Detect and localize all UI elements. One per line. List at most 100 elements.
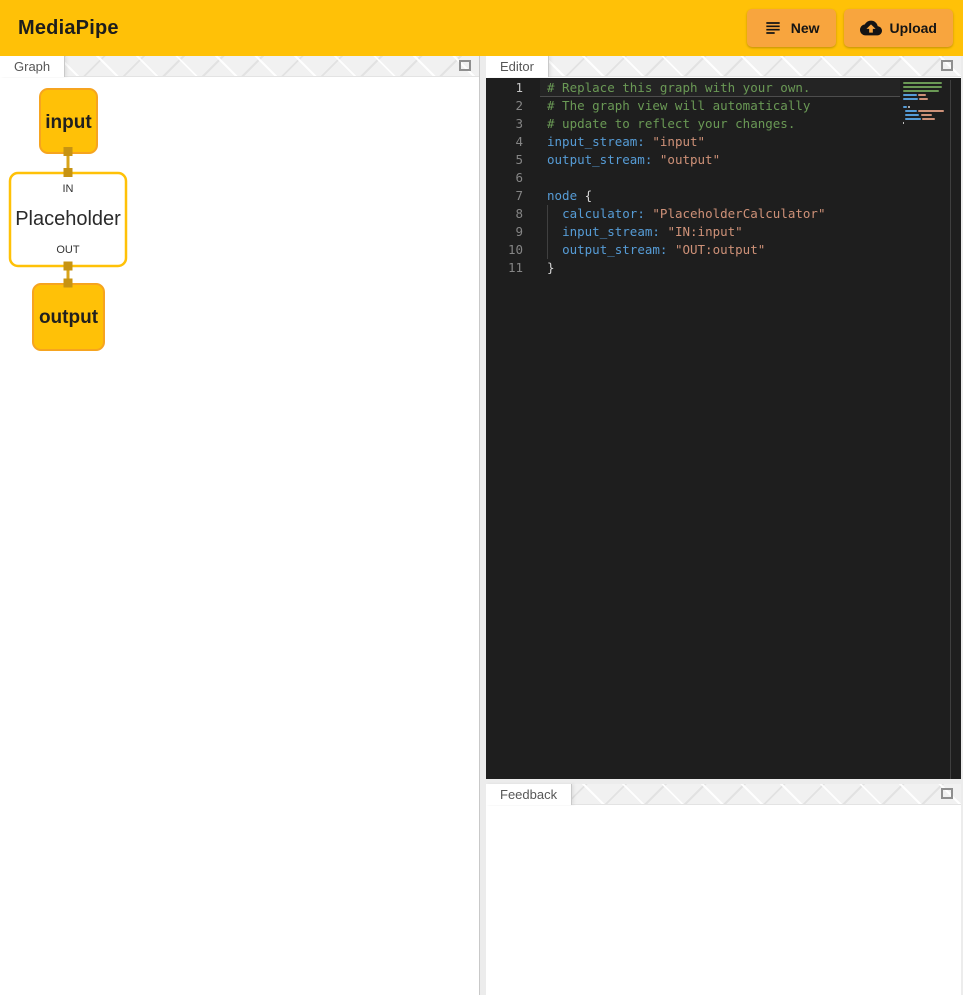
- minimap-line: [903, 82, 948, 84]
- code-token: calculator:: [562, 206, 645, 221]
- app-title: MediaPipe: [18, 17, 119, 40]
- code-line[interactable]: 5output_stream: "output": [486, 151, 900, 169]
- code-line[interactable]: 10 output_stream: "OUT:output": [486, 241, 900, 259]
- minimap-line: [903, 118, 948, 120]
- in-port-label: IN: [63, 183, 74, 195]
- tab-graph[interactable]: Graph: [0, 56, 65, 77]
- code-token: # Replace this graph with your own.: [547, 80, 810, 95]
- port-square: [64, 147, 73, 156]
- line-number: 4: [486, 133, 540, 151]
- line-number: 9: [486, 223, 540, 241]
- minimap-line: [903, 86, 948, 88]
- code-token: "PlaceholderCalculator": [652, 206, 825, 221]
- code-line[interactable]: 11}: [486, 259, 900, 277]
- code-token: input_stream:: [562, 224, 660, 239]
- upload-button-label: Upload: [890, 20, 937, 36]
- minimap-line: [903, 102, 948, 104]
- minimap-line: [903, 90, 948, 92]
- code-text: calculator: "PlaceholderCalculator": [540, 205, 900, 223]
- editor-minimap[interactable]: [901, 80, 951, 779]
- code-token: "OUT:output": [675, 242, 765, 257]
- port-square: [64, 279, 73, 288]
- minimap-token: [903, 122, 904, 124]
- minimap-token: [903, 82, 942, 84]
- workspace: Graph input IN Placeholder: [0, 56, 963, 995]
- minimap-line: [903, 94, 948, 96]
- minimap-token: [919, 98, 928, 100]
- maximize-icon[interactable]: [941, 788, 953, 799]
- code-line[interactable]: 3# update to reflect your changes.: [486, 115, 900, 133]
- line-number: 7: [486, 187, 540, 205]
- code-text: input_stream: "IN:input": [540, 223, 900, 241]
- code-line[interactable]: 8 calculator: "PlaceholderCalculator": [486, 205, 900, 223]
- tab-editor-label: Editor: [500, 59, 534, 74]
- code-text: # update to reflect your changes.: [540, 115, 900, 133]
- code-token: }: [547, 260, 555, 275]
- editor-lines: 1 # Replace this graph with your own. 2 # T…: [486, 79, 900, 277]
- minimap-token: [921, 114, 932, 116]
- line-number: 8: [486, 205, 540, 223]
- tab-feedback-label: Feedback: [500, 787, 557, 802]
- graph-canvas[interactable]: input IN Placeholder OUT output: [0, 78, 479, 995]
- code-token: [577, 188, 585, 203]
- minimap-line: [903, 114, 948, 116]
- minimap-line: [903, 106, 948, 108]
- maximize-icon[interactable]: [459, 60, 471, 71]
- maximize-icon[interactable]: [941, 60, 953, 71]
- code-token: # update to reflect your changes.: [547, 116, 795, 131]
- code-token: output_stream:: [547, 152, 652, 167]
- port-square: [64, 168, 73, 177]
- minimap-line: [903, 98, 948, 100]
- code-token: # The graph view will automatically: [547, 98, 810, 113]
- code-line[interactable]: 6: [486, 169, 900, 187]
- code-token: "IN:input": [667, 224, 742, 239]
- output-node-label: output: [39, 307, 99, 328]
- graph-panel: Graph input IN Placeholder: [0, 56, 480, 995]
- code-token: [547, 224, 562, 239]
- minimap-token: [903, 94, 917, 96]
- minimap-line: [903, 122, 948, 124]
- graph-diagram: input IN Placeholder OUT output: [0, 78, 480, 478]
- line-number: 1: [486, 79, 540, 97]
- code-token: {: [585, 188, 593, 203]
- code-line[interactable]: 1 # Replace this graph with your own.: [486, 79, 900, 97]
- minimap-token: [905, 114, 919, 116]
- editor-panel-header: Editor: [486, 56, 961, 77]
- minimap-line: [903, 110, 948, 112]
- new-button[interactable]: New: [747, 9, 836, 47]
- code-token: "output": [660, 152, 720, 167]
- cloud-upload-icon: [860, 17, 882, 39]
- code-line[interactable]: 7 node {: [486, 187, 900, 205]
- minimap-token: [903, 98, 918, 100]
- minimap-token: [903, 90, 939, 92]
- feedback-panel: Feedback: [486, 784, 961, 995]
- code-editor[interactable]: 1 # Replace this graph with your own. 2 # T…: [486, 78, 961, 779]
- line-number: 2: [486, 97, 540, 115]
- code-text: [540, 169, 900, 187]
- minimap-token: [922, 118, 935, 120]
- tab-editor[interactable]: Editor: [486, 56, 549, 77]
- code-text: # Replace this graph with your own.: [540, 79, 900, 97]
- code-token: [547, 206, 562, 221]
- code-token: [652, 152, 660, 167]
- line-number: 6: [486, 169, 540, 187]
- code-line[interactable]: 4input_stream: "input": [486, 133, 900, 151]
- code-text: output_stream: "OUT:output": [540, 241, 900, 259]
- feedback-content: [486, 806, 961, 995]
- code-token: [667, 242, 675, 257]
- out-port-label: OUT: [56, 244, 80, 256]
- app-header: MediaPipe New Upload: [0, 0, 963, 56]
- tab-graph-label: Graph: [14, 59, 50, 74]
- graph-panel-header: Graph: [0, 56, 479, 77]
- placeholder-node-label: Placeholder: [15, 208, 121, 230]
- code-text: }: [540, 259, 900, 277]
- editor-panel: Editor 1 # Replace this graph with your o…: [486, 56, 961, 779]
- code-line[interactable]: 9 input_stream: "IN:input": [486, 223, 900, 241]
- minimap-token: [905, 118, 920, 120]
- code-token: [547, 242, 562, 257]
- minimap-token: [908, 106, 909, 108]
- upload-button[interactable]: Upload: [844, 9, 953, 47]
- code-token: node: [547, 188, 577, 203]
- code-line[interactable]: 2 # The graph view will automatically: [486, 97, 900, 115]
- tab-feedback[interactable]: Feedback: [486, 784, 572, 805]
